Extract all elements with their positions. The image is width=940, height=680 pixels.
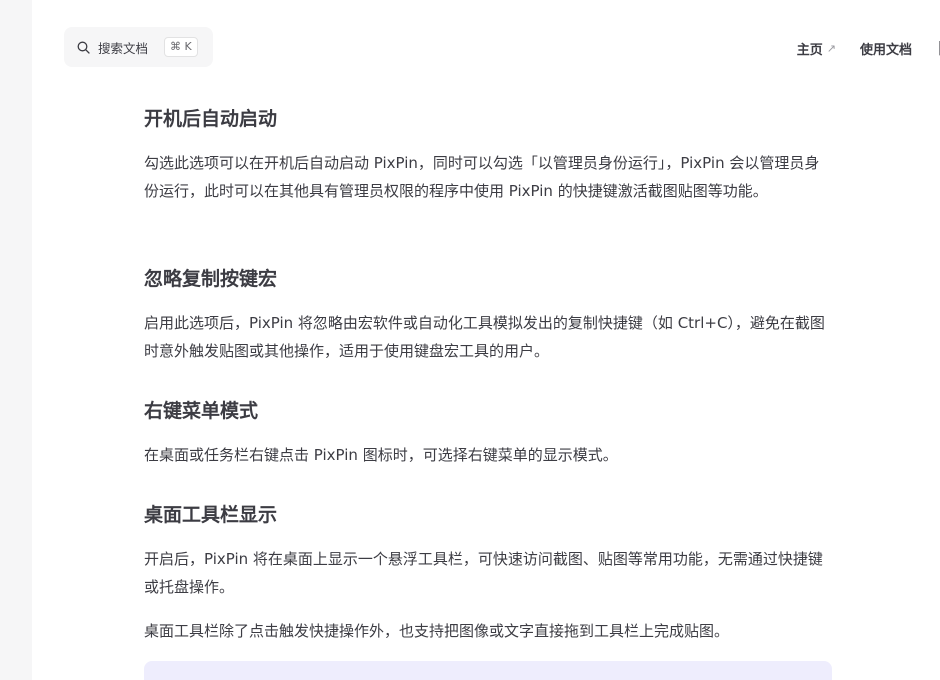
section-paragraph: 启用此选项后，PixPin 将忽略由宏软件或自动化工具模拟发出的复制快捷键（如 …: [144, 314, 825, 360]
tip-callout: [144, 661, 832, 680]
nav-overflow-edge: │: [936, 40, 940, 56]
section-paragraph: 开启后，PixPin 将在桌面上显示一个悬浮工具栏，可快速访问截图、贴图等常用功…: [144, 550, 823, 596]
search-button[interactable]: 搜索文档 ⌘ K: [64, 27, 213, 67]
section-title-autostart: 开机后自动启动: [144, 108, 278, 130]
nav-home-link[interactable]: 主页 ↗: [797, 39, 836, 58]
section-title-desktop-toolbar: 桌面工具栏显示: [144, 504, 278, 526]
nav-home-label: 主页: [796, 42, 823, 58]
section-title-ignore-copy-macro: 忽略复制按键宏: [144, 268, 278, 290]
section-paragraph: 在桌面或任务栏右键点击 PixPin 图标时，可选择右键菜单的显示模式。: [144, 446, 618, 464]
external-link-icon: ↗: [826, 41, 836, 55]
top-nav: 主页 ↗ 使用文档 │: [797, 38, 940, 58]
section-paragraph: 桌面工具栏除了点击触发快捷操作外，也支持把图像或文字直接拖到工具栏上完成贴图。: [144, 622, 730, 640]
search-shortcut-hint: ⌘ K: [164, 37, 198, 57]
nav-docs-link[interactable]: 使用文档: [860, 39, 912, 58]
nav-docs-label: 使用文档: [859, 42, 912, 58]
search-icon: [77, 41, 90, 54]
section-paragraph: 勾选此选项可以在开机后自动启动 PixPin，同时可以勾选「以管理员身份运行」，…: [144, 154, 820, 200]
sidebar: [0, 0, 32, 680]
section-title-context-menu-mode: 右键菜单模式: [144, 400, 259, 422]
docs-page: 搜索文档 ⌘ K 主页 ↗ 使用文档 │ 开机后自动启动 勾选此选项可以在开机后…: [0, 0, 940, 680]
search-placeholder: 搜索文档: [98, 40, 149, 56]
